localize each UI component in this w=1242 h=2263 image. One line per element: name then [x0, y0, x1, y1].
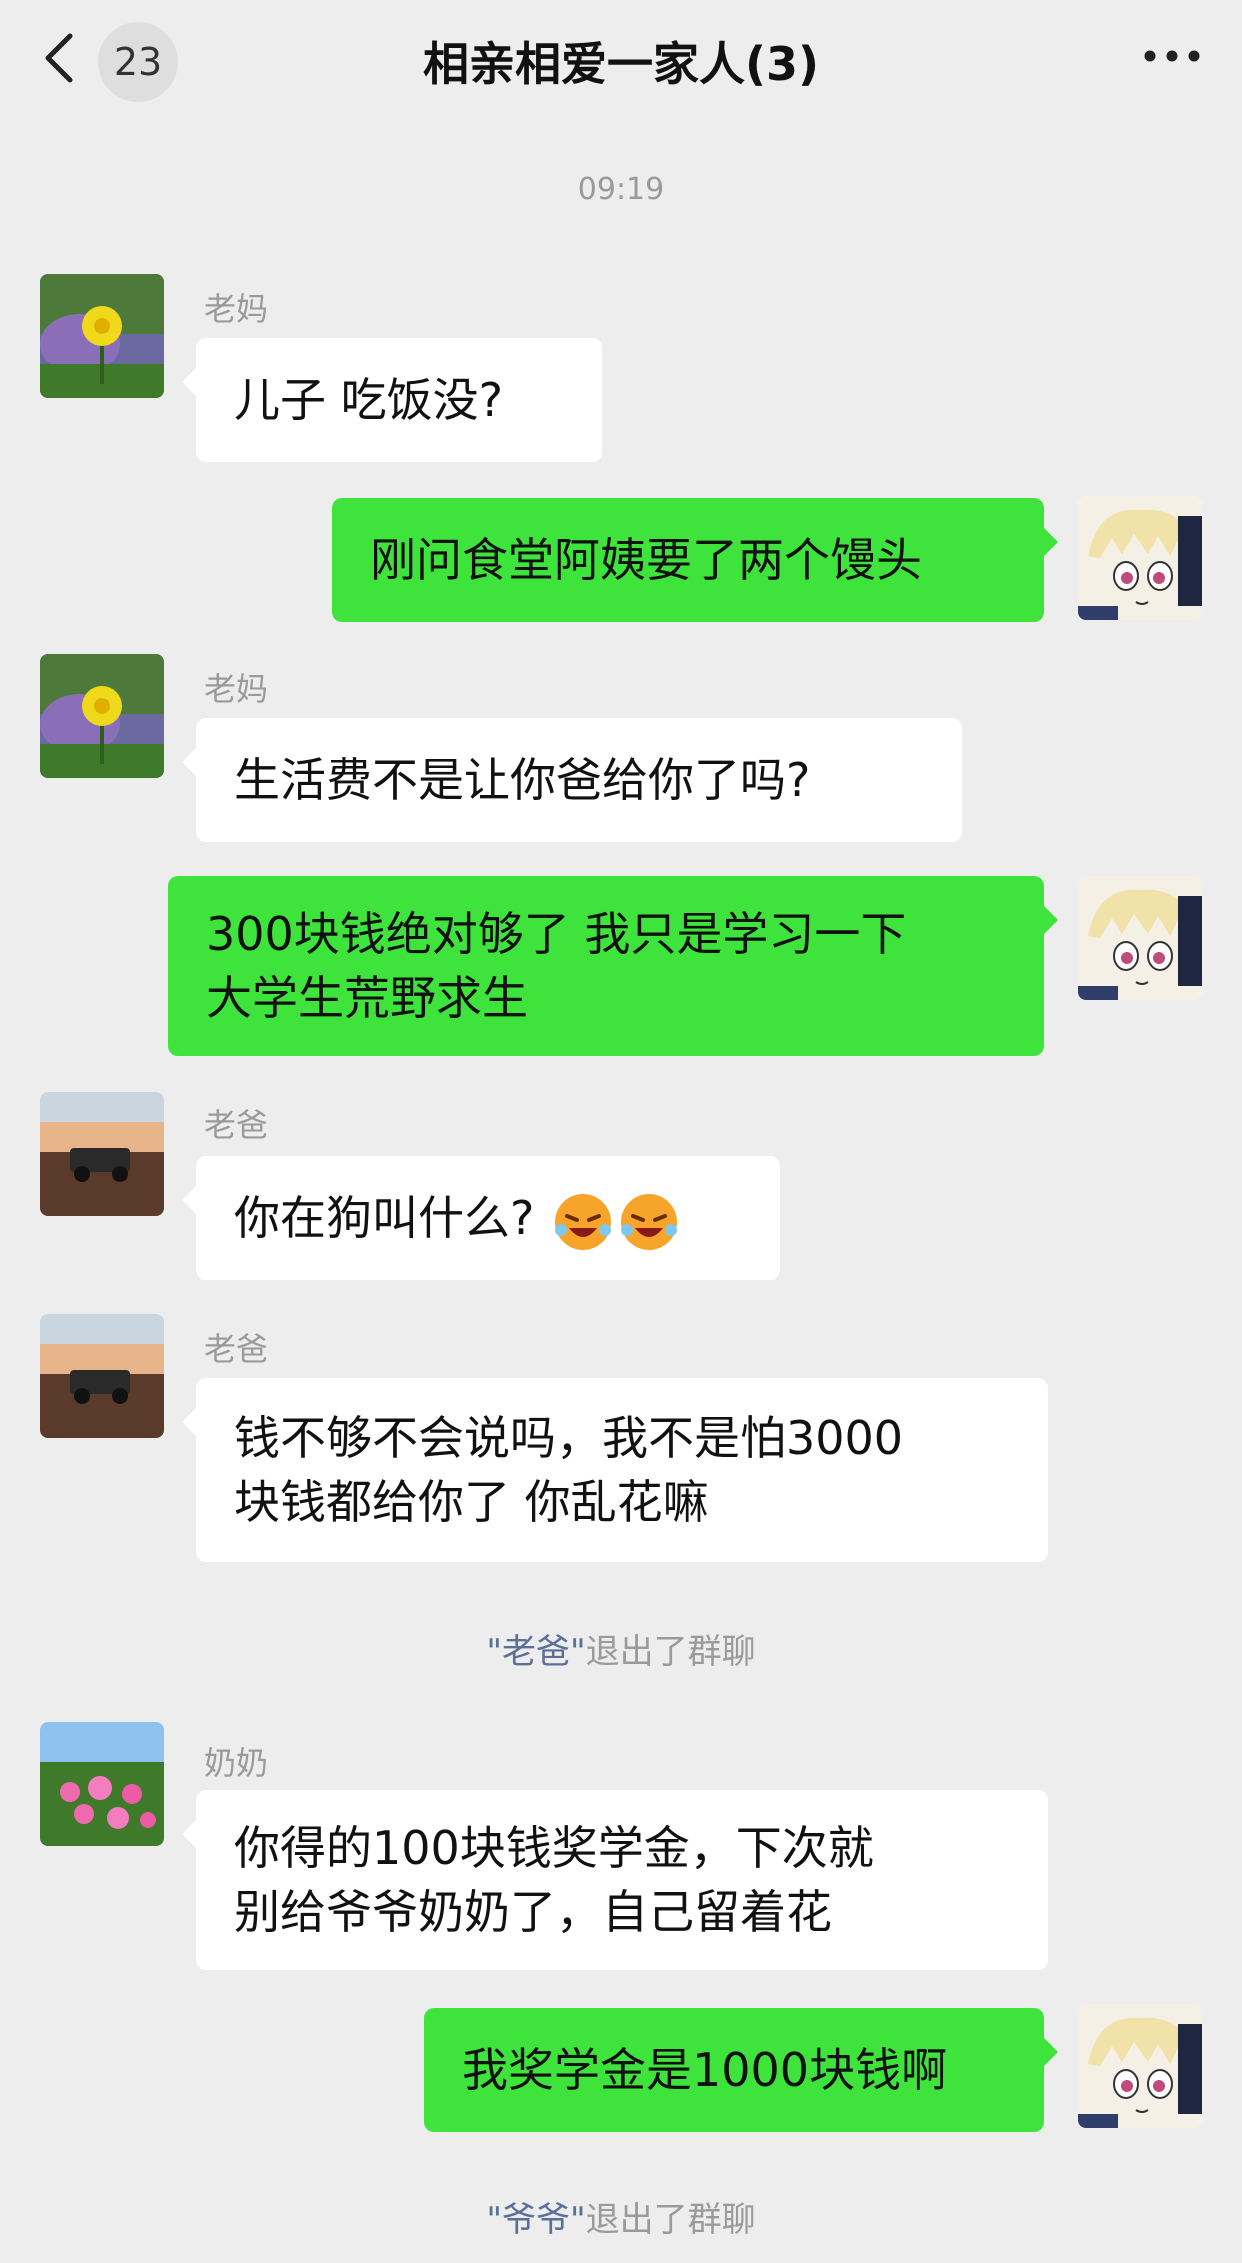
system-message: "老爸"退出了群聊 — [0, 1624, 1242, 1673]
system-message-text: 退出了群聊 — [585, 1632, 756, 1672]
message-text: 块钱都给你了 你乱花嘛 — [234, 1475, 709, 1529]
flowers-avatar[interactable] — [40, 1722, 164, 1846]
anime-avatar[interactable] — [1078, 496, 1202, 620]
message-text: 300块钱绝对够了 我只是学习一下 — [206, 907, 907, 961]
message-bubble[interactable]: 300块钱绝对够了 我只是学习一下 大学生荒野求生 — [168, 876, 1058, 1056]
message-text: 生活费不是让你爸给你了吗? — [234, 753, 811, 807]
sender-name: 老爸 — [204, 1106, 269, 1144]
message-text: 刚问食堂阿姨要了两个馒头 — [370, 533, 922, 587]
message-bubble[interactable]: 儿子 吃饭没? — [182, 338, 602, 462]
anime-avatar[interactable] — [1078, 876, 1202, 1000]
dandelion-avatar[interactable] — [40, 274, 164, 398]
chat-title: 相亲相爱一家人(3) — [422, 37, 820, 91]
sender-name: 老妈 — [204, 670, 269, 708]
sender-name: 老妈 — [204, 290, 269, 328]
system-message-name[interactable]: "爷爷" — [486, 2200, 585, 2240]
message-timestamp: 09:19 — [577, 172, 665, 207]
message-bubble[interactable]: 你在狗叫什么? — [182, 1156, 780, 1280]
dandelion-avatar[interactable] — [40, 654, 164, 778]
message-text-row: 你在狗叫什么? — [234, 1186, 742, 1254]
message-bubble[interactable]: 我奖学金是1000块钱啊 — [424, 2008, 1058, 2132]
sender-name: 老爸 — [204, 1330, 269, 1368]
sender-name: 奶奶 — [204, 1744, 269, 1782]
message-text: 你得的100块钱奖学金，下次就 — [234, 1821, 874, 1875]
message-text: 儿子 吃饭没? — [234, 373, 504, 427]
laughing-face-icon — [617, 1190, 681, 1254]
chat-header: 23 相亲相爱一家人(3) — [0, 0, 1242, 118]
message-text: 你在狗叫什么? — [234, 1191, 535, 1245]
message-text: 别给爷爷奶奶了，自己留着花 — [234, 1885, 832, 1939]
laughing-face-icon — [551, 1190, 615, 1254]
car-avatar[interactable] — [40, 1314, 164, 1438]
message-bubble[interactable]: 钱不够不会说吗，我不是怕3000 块钱都给你了 你乱花嘛 — [182, 1378, 1048, 1562]
anime-avatar[interactable] — [1078, 2004, 1202, 2128]
system-message: "爷爷"退出了群聊 — [0, 2192, 1242, 2241]
car-avatar[interactable] — [40, 1092, 164, 1216]
message-bubble[interactable]: 刚问食堂阿姨要了两个馒头 — [332, 498, 1058, 622]
message-text: 我奖学金是1000块钱啊 — [462, 2043, 948, 2097]
more-options-icon[interactable] — [1142, 46, 1202, 66]
message-text: 钱不够不会说吗，我不是怕3000 — [234, 1411, 904, 1465]
message-bubble[interactable]: 生活费不是让你爸给你了吗? — [182, 718, 962, 842]
system-message-name[interactable]: "老爸" — [486, 1632, 585, 1672]
message-text: 大学生荒野求生 — [206, 971, 528, 1025]
system-message-text: 退出了群聊 — [585, 2200, 756, 2240]
message-bubble[interactable]: 你得的100块钱奖学金，下次就 别给爷爷奶奶了，自己留着花 — [182, 1790, 1048, 1970]
